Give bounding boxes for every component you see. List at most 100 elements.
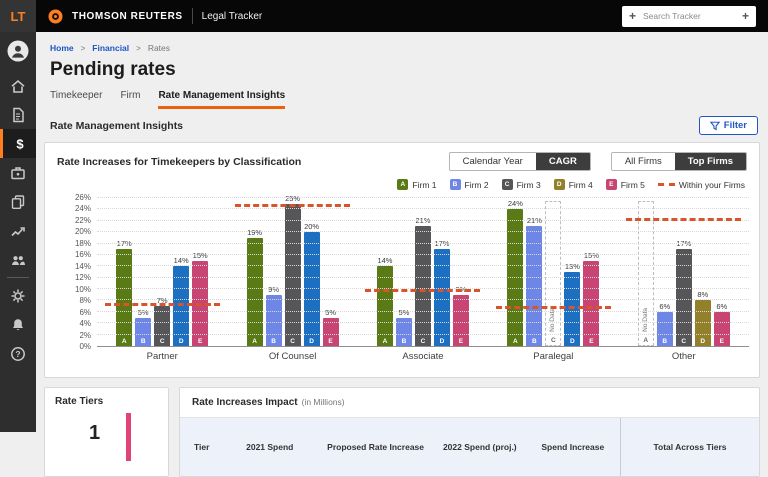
bar-no-data[interactable]: No DataC [545,201,561,346]
bar-value-label: 6% [716,302,727,311]
bar-firm-e[interactable]: 6%E [714,312,730,346]
bar-firm-c[interactable]: 7%C [154,306,170,346]
bar-firm-a[interactable]: 17%A [116,249,132,346]
bar-firm-d[interactable]: 20%D [304,232,320,346]
rate-increases-impact-card: Rate Increases Impact (in Millions) Tier… [179,387,760,477]
search-icon[interactable]: + [629,10,636,22]
sidebar-nav: LT $ ? [0,0,36,432]
legend-item[interactable]: CFirm 3 [502,179,541,190]
app-window: LT $ ? [0,0,768,432]
search-input[interactable] [641,10,737,22]
briefcase-icon[interactable] [0,158,36,187]
bar-firm-c[interactable]: 17%C [676,249,692,346]
financial-dollar-icon[interactable]: $ [0,129,36,158]
bar-firm-d[interactable]: 8%D [695,300,711,346]
toggle-option[interactable]: CAGR [536,153,590,170]
rate-tier-number: 1 [89,423,100,443]
legend-item[interactable]: BFirm 2 [450,179,489,190]
filter-button[interactable]: Filter [699,116,758,135]
bar-firm-e[interactable]: 9%E [453,295,469,346]
impact-title: Rate Increases Impact [192,397,298,408]
impact-card-header: Rate Increases Impact (in Millions) [180,397,759,408]
bar-value-label: 17% [434,239,449,248]
page-content: Home > Financial > Rates Pending rates T… [36,32,768,477]
legend-item[interactable]: AFirm 1 [397,179,436,190]
column-header-total: Total Across Tiers [620,418,759,476]
tab-firm[interactable]: Firm [120,90,140,109]
x-axis-label: Partner [112,351,213,362]
tab-timekeeper[interactable]: Timekeeper [50,90,102,109]
gridline [97,197,749,198]
y-tick-label: 2% [79,331,91,340]
impact-table-header: Tier2021 SpendProposed Rate Increase2022… [180,417,759,476]
bar-value-label: 20% [304,222,319,231]
bar-firm-b[interactable]: 6%B [657,312,673,346]
bar-letter: C [285,338,301,345]
legend-swatch: B [450,179,461,190]
bar-letter: C [154,338,170,345]
column-header: 2022 Spend (proj.) [429,418,527,476]
document-icon[interactable] [0,100,36,129]
svg-text:$: $ [16,136,24,151]
bar-letter: E [714,338,730,345]
bar-letter: D [564,338,580,345]
search-box[interactable]: + + [622,6,756,27]
copy-documents-icon[interactable] [0,187,36,216]
people-icon[interactable] [0,245,36,274]
bar-firm-d[interactable]: 13%D [564,272,580,346]
bar-value-label: 9% [268,285,279,294]
legend-item-benchmark: Within your Firms [658,180,745,190]
bar-letter: E [583,338,599,345]
rate-tier-bar [126,413,131,461]
toggle-option[interactable]: All Firms [612,153,675,170]
bar-letter: B [526,338,542,345]
settings-gear-icon[interactable] [0,281,36,310]
home-icon[interactable] [0,71,36,100]
breadcrumb: Home > Financial > Rates [50,43,760,53]
x-axis-label: Of Counsel [242,351,343,362]
toggle-option[interactable]: Calendar Year [450,153,536,170]
thomson-reuters-logo-icon [48,9,63,24]
topbar: THOMSON REUTERS Legal Tracker + + [36,0,768,32]
legend-item[interactable]: DFirm 4 [554,179,593,190]
bar-letter: D [434,338,450,345]
product-name: Legal Tracker [202,11,263,22]
plot-area: 17%A5%B7%C14%D15%EPartner19%A9%B25%C20%D… [97,198,749,347]
user-avatar-icon[interactable] [7,40,29,67]
bar-value-label: 17% [117,239,132,248]
svg-text:?: ? [15,349,20,359]
gridline [97,277,749,278]
bar-firm-b[interactable]: 9%B [266,295,282,346]
y-tick-label: 24% [75,204,91,213]
toggle-group-1: All FirmsTop Firms [611,152,747,171]
page-title: Pending rates [50,59,760,81]
gridline [97,322,749,323]
bar-letter: E [323,338,339,345]
y-tick-label: 10% [75,285,91,294]
tab-rate-management-insights[interactable]: Rate Management Insights [158,90,285,109]
x-axis-label: Associate [372,351,473,362]
bar-firm-c[interactable]: 25%C [285,204,301,346]
benchmark-line [105,303,220,306]
breadcrumb-link-financial[interactable]: Financial [92,43,129,53]
gridline [97,243,749,244]
bar-firm-b[interactable]: 21%B [526,226,542,346]
toggle-option[interactable]: Top Firms [675,153,746,170]
help-icon[interactable]: ? [0,339,36,368]
y-tick-label: 16% [75,250,91,259]
bar-firm-c[interactable]: 21%C [415,226,431,346]
tab-bar: Timekeeper Firm Rate Management Insights [50,90,760,109]
legend-swatch: D [554,179,565,190]
trend-chart-icon[interactable] [0,216,36,245]
column-header: Spend Increase [527,418,620,476]
benchmark-line [235,204,350,207]
add-icon[interactable]: + [742,10,749,22]
breadcrumb-link-home[interactable]: Home [50,43,74,53]
notifications-bell-icon[interactable] [0,310,36,339]
legend-item[interactable]: EFirm 5 [606,179,645,190]
bar-no-data[interactable]: No DataA [638,201,654,346]
bar-value-label: 24% [508,199,523,208]
gridline [97,299,749,300]
bar-value-label: 5% [138,308,149,317]
bar-firm-d[interactable]: 17%D [434,249,450,346]
